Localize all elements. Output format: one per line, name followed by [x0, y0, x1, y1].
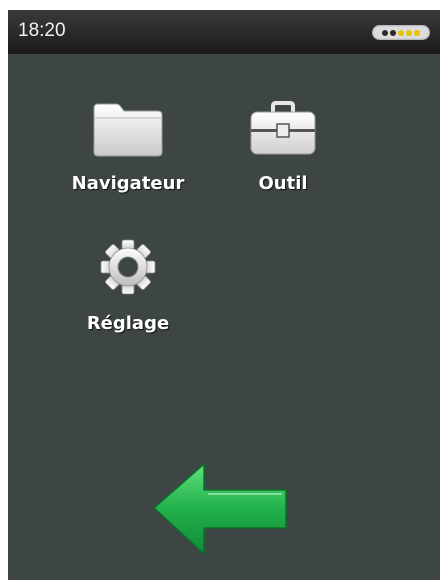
- battery-segment: [398, 29, 404, 36]
- app-label: Réglage: [86, 313, 170, 334]
- battery-segment: [406, 29, 412, 36]
- app-reglage[interactable]: Réglage: [53, 235, 203, 345]
- app-navigateur[interactable]: Navigateur: [53, 95, 203, 205]
- gear-icon: [100, 239, 156, 295]
- battery-segment: [382, 29, 388, 36]
- app-outil[interactable]: Outil: [208, 95, 358, 205]
- clock: 18:20: [18, 20, 66, 41]
- battery-icon: [372, 25, 430, 40]
- device-screen: 18:20 Navigateur Outil Réglage: [8, 10, 440, 580]
- toolbox-icon: [250, 101, 316, 155]
- status-bar: 18:20: [8, 10, 440, 54]
- battery-segment: [390, 29, 396, 36]
- back-arrow-icon[interactable]: [148, 458, 298, 558]
- app-label: Navigateur: [71, 173, 185, 194]
- battery-segment: [414, 29, 420, 36]
- app-label: Outil: [258, 173, 308, 194]
- folder-icon: [93, 103, 163, 157]
